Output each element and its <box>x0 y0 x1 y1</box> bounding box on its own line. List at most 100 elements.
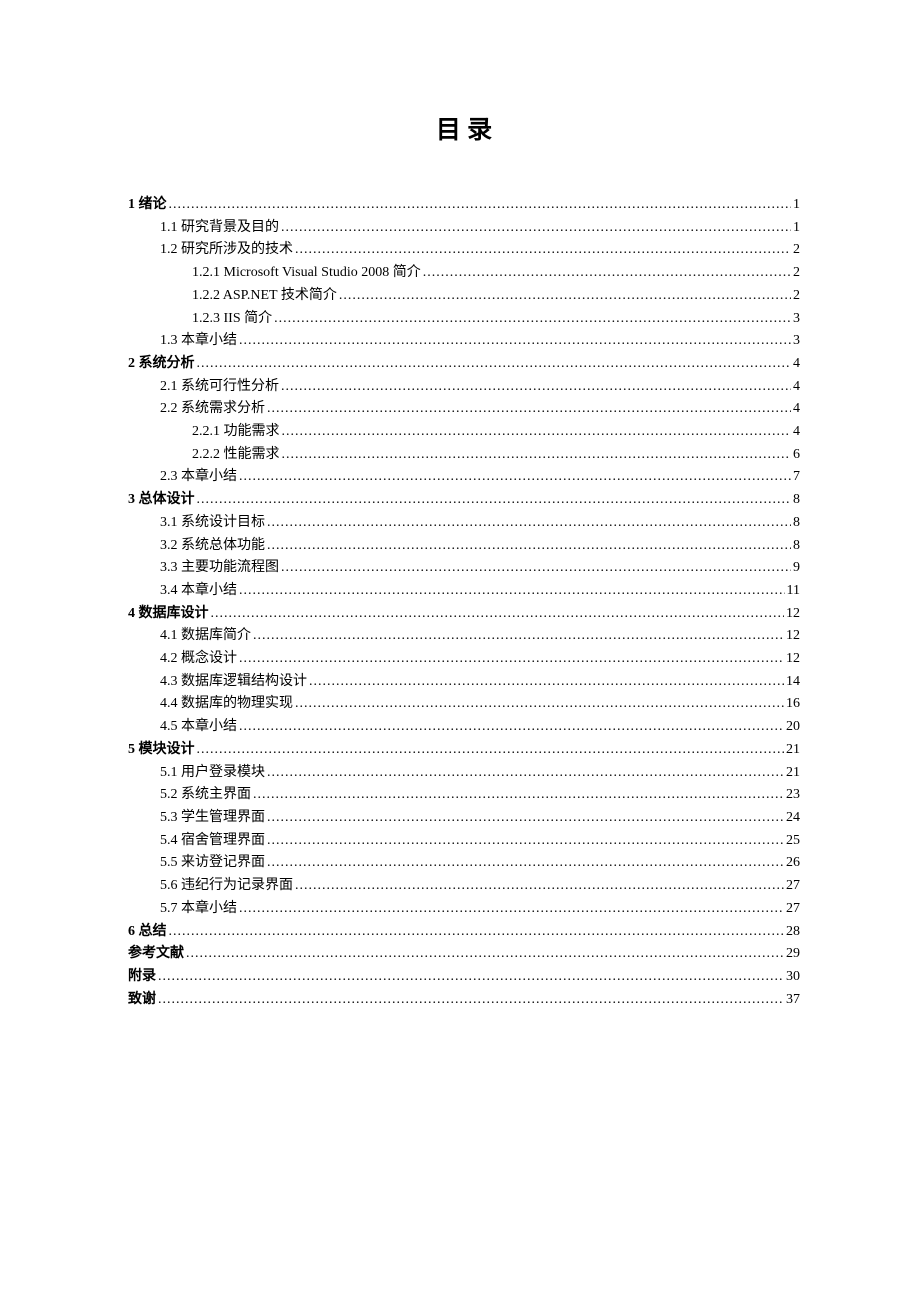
toc-entry-label: 2 系统分析 <box>128 353 195 376</box>
toc-leader-dots <box>239 330 791 353</box>
toc-entry: 4.2 概念设计12 <box>128 648 800 671</box>
toc-entry-label: 2.2 系统需求分析 <box>160 398 265 421</box>
toc-entry: 2.3 本章小结7 <box>128 466 800 489</box>
toc-leader-dots <box>253 784 784 807</box>
toc-entry-page: 4 <box>793 353 800 376</box>
toc-leader-dots <box>267 830 784 853</box>
toc-entry-page: 12 <box>786 603 800 626</box>
toc-entry: 1 绪论 1 <box>128 194 800 217</box>
toc-entry-label: 5.5 来访登记界面 <box>160 852 265 875</box>
toc-leader-dots <box>267 512 791 535</box>
toc-entry: 1.1 研究背景及目的 1 <box>128 217 800 240</box>
toc-leader-dots <box>197 353 792 376</box>
toc-entry: 5.1 用户登录模块 21 <box>128 762 800 785</box>
toc-entry-label: 2.3 本章小结 <box>160 466 237 489</box>
toc-entry: 5 模块设计21 <box>128 739 800 762</box>
toc-entry-page: 8 <box>793 512 800 535</box>
toc-entry-page: 3 <box>793 308 800 331</box>
toc-entry-page: 29 <box>786 943 800 966</box>
toc-entry-page: 12 <box>786 648 800 671</box>
toc-entry: 致谢37 <box>128 989 800 1012</box>
toc-entry: 3.2 系统总体功能 8 <box>128 535 800 558</box>
toc-entry: 5.5 来访登记界面 26 <box>128 852 800 875</box>
toc-entry: 参考文献 29 <box>128 943 800 966</box>
toc-entry-label: 1.1 研究背景及目的 <box>160 217 279 240</box>
toc-leader-dots <box>197 739 785 762</box>
toc-entry-page: 8 <box>793 535 800 558</box>
toc-entry: 3.3 主要功能流程图 9 <box>128 557 800 580</box>
toc-entry-page: 20 <box>786 716 800 739</box>
toc-entry-label: 3.2 系统总体功能 <box>160 535 265 558</box>
toc-leader-dots <box>295 693 784 716</box>
toc-entry-page: 4 <box>793 398 800 421</box>
toc-entry: 5.2 系统主界面 23 <box>128 784 800 807</box>
toc-entry-page: 24 <box>786 807 800 830</box>
toc-entry-page: 14 <box>786 671 800 694</box>
toc-entry-page: 27 <box>786 875 800 898</box>
toc-entry: 5.4 宿舍管理界面25 <box>128 830 800 853</box>
toc-leader-dots <box>267 398 791 421</box>
toc-leader-dots <box>295 875 784 898</box>
toc-entry: 1.2.2 ASP.NET 技术简介2 <box>128 285 800 308</box>
toc-entry: 5.3 学生管理界面 24 <box>128 807 800 830</box>
toc-entry-page: 8 <box>793 489 800 512</box>
toc-entry-label: 3 总体设计 <box>128 489 195 512</box>
toc-entry-label: 1.2.3 IIS 简介 <box>192 308 272 331</box>
toc-entry: 5.6 违纪行为记录界面27 <box>128 875 800 898</box>
toc-leader-dots <box>267 852 784 875</box>
toc-entry-label: 3.1 系统设计目标 <box>160 512 265 535</box>
toc-entry: 2.2.1 功能需求4 <box>128 421 800 444</box>
toc-entry: 附录30 <box>128 966 800 989</box>
toc-entry-label: 3.3 主要功能流程图 <box>160 557 279 580</box>
toc-entry-page: 21 <box>786 762 800 785</box>
toc-leader-dots <box>239 716 784 739</box>
toc-entry-page: 9 <box>793 557 800 580</box>
toc-entry-label: 3.4 本章小结 <box>160 580 237 603</box>
toc-entry-label: 5.3 学生管理界面 <box>160 807 265 830</box>
toc-leader-dots <box>253 625 784 648</box>
toc-entry-label: 参考文献 <box>128 943 184 966</box>
toc-entry: 4.5 本章小结 20 <box>128 716 800 739</box>
page-title: 目 录 <box>128 110 800 146</box>
toc-leader-dots <box>211 603 785 626</box>
toc-entry-label: 5.7 本章小结 <box>160 898 237 921</box>
toc-leader-dots <box>281 217 791 240</box>
toc-entry-page: 12 <box>786 625 800 648</box>
toc-entry-label: 4 数据库设计 <box>128 603 209 626</box>
toc-leader-dots <box>158 989 784 1012</box>
toc-entry-label: 1.3 本章小结 <box>160 330 237 353</box>
toc-leader-dots <box>339 285 791 308</box>
toc-leader-dots <box>267 807 784 830</box>
toc-entry: 4 数据库设计 12 <box>128 603 800 626</box>
toc-entry: 2 系统分析 4 <box>128 353 800 376</box>
toc-leader-dots <box>169 194 792 217</box>
toc-entry-page: 6 <box>793 444 800 467</box>
toc-entry: 6 总结28 <box>128 921 800 944</box>
toc-leader-dots <box>295 239 791 262</box>
toc-entry-page: 37 <box>786 989 800 1012</box>
toc-entry-page: 23 <box>786 784 800 807</box>
toc-leader-dots <box>282 444 792 467</box>
toc-entry: 3.1 系统设计目标 8 <box>128 512 800 535</box>
toc-entry-page: 30 <box>786 966 800 989</box>
toc-entry: 3 总体设计 8 <box>128 489 800 512</box>
toc-leader-dots <box>267 762 784 785</box>
toc-entry-label: 5.2 系统主界面 <box>160 784 251 807</box>
toc-entry-page: 1 <box>793 194 800 217</box>
toc-entry-page: 2 <box>793 262 800 285</box>
toc-entry: 1.3 本章小结3 <box>128 330 800 353</box>
toc-leader-dots <box>169 921 785 944</box>
toc-entry-label: 4.3 数据库逻辑结构设计 <box>160 671 307 694</box>
toc-leader-dots <box>239 898 784 921</box>
toc-entry-label: 5.1 用户登录模块 <box>160 762 265 785</box>
toc-entry-label: 4.5 本章小结 <box>160 716 237 739</box>
toc-entry-label: 1.2.1 Microsoft Visual Studio 2008 简介 <box>192 262 421 285</box>
toc-leader-dots <box>423 262 791 285</box>
toc-leader-dots <box>239 580 785 603</box>
toc-entry-label: 1 绪论 <box>128 194 167 217</box>
toc-entry-page: 26 <box>786 852 800 875</box>
table-of-contents: 1 绪论11.1 研究背景及目的11.2 研究所涉及的技术21.2.1 Micr… <box>128 194 800 1011</box>
toc-entry: 1.2.3 IIS 简介 3 <box>128 308 800 331</box>
toc-entry-page: 1 <box>793 217 800 240</box>
toc-entry: 2.2 系统需求分析 4 <box>128 398 800 421</box>
